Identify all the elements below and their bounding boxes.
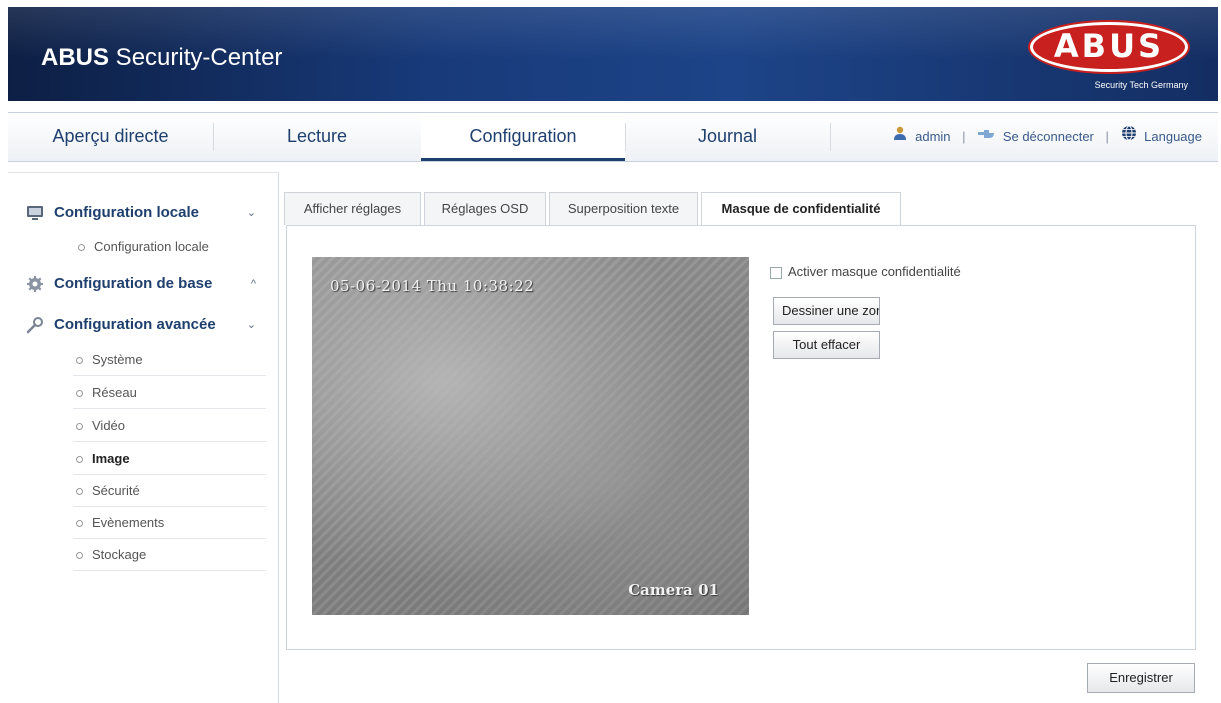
- bullet-icon: [76, 356, 83, 364]
- user-area: admin | Se déconnecter | Language: [892, 113, 1202, 161]
- chevron-down-icon[interactable]: ⌄: [247, 200, 256, 226]
- bullet-icon: [76, 389, 83, 397]
- tab-lecture[interactable]: Lecture: [213, 113, 421, 161]
- app-header: ABUS Security-Center ABUS Security Tech …: [8, 7, 1218, 101]
- app-title: ABUS Security-Center: [41, 44, 283, 71]
- bullet-icon: [78, 243, 85, 251]
- save-button[interactable]: Enregistrer: [1087, 663, 1195, 693]
- sidebar-item-securite[interactable]: Sécurité: [73, 475, 266, 507]
- bullet-icon: [76, 487, 83, 495]
- subtab-masque-confidentialite[interactable]: Masque de confidentialité: [701, 192, 901, 226]
- sidebar-group-configuration-de-base[interactable]: Configuration de base ^: [26, 271, 266, 297]
- privacy-mask-label: Activer masque confidentialité: [788, 264, 961, 279]
- clear-all-button[interactable]: Tout effacer: [773, 331, 880, 359]
- bullet-icon: [76, 551, 83, 559]
- chevron-down-icon[interactable]: ⌄: [247, 312, 256, 338]
- globe-icon: [1121, 114, 1137, 160]
- sidebar-group-configuration-locale[interactable]: Configuration locale ⌄: [26, 200, 266, 226]
- main-nav: Aperçu directe Lecture Configuration Jou…: [8, 112, 1218, 162]
- subtab-reglages-osd[interactable]: Réglages OSD: [424, 192, 546, 225]
- sidebar-item-stockage[interactable]: Stockage: [73, 539, 266, 571]
- user-name[interactable]: admin: [915, 114, 950, 160]
- video-timestamp: 05-06-2014 Thu 10:38:22: [330, 277, 535, 295]
- subtab-superposition-texte[interactable]: Superposition texte: [549, 192, 698, 225]
- abus-logo: ABUS Security Tech Germany: [1030, 22, 1190, 98]
- sidebar-item-video[interactable]: Vidéo: [73, 410, 266, 442]
- computer-icon: [26, 204, 44, 222]
- logo-tagline: Security Tech Germany: [1094, 80, 1188, 90]
- subtab-afficher-reglages[interactable]: Afficher réglages: [284, 192, 421, 225]
- draw-zone-button[interactable]: Dessiner une zone: [773, 297, 880, 325]
- sidebar-item-reseau[interactable]: Réseau: [73, 377, 266, 409]
- video-camera-label: Camera 01: [628, 581, 719, 599]
- sidebar-item-configuration-locale[interactable]: Configuration locale: [75, 231, 268, 263]
- wrench-icon: [26, 316, 44, 334]
- tab-configuration[interactable]: Configuration: [421, 113, 625, 161]
- privacy-mask-checkbox[interactable]: [770, 266, 782, 279]
- sidebar-item-evenements[interactable]: Evènements: [73, 507, 266, 539]
- bullet-icon: [76, 519, 83, 527]
- language-link[interactable]: Language: [1144, 114, 1202, 160]
- bullet-icon: [76, 422, 83, 430]
- tab-journal[interactable]: Journal: [625, 113, 830, 161]
- privacy-mask-toggle[interactable]: Activer masque confidentialité: [770, 264, 961, 282]
- chevron-up-icon[interactable]: ^: [251, 271, 256, 297]
- sidebar-item-systeme[interactable]: Système: [73, 344, 266, 376]
- video-preview[interactable]: 05-06-2014 Thu 10:38:22 Camera 01: [312, 257, 749, 615]
- gear-icon: [26, 275, 44, 293]
- user-icon: [892, 114, 908, 160]
- logout-icon: [977, 114, 995, 160]
- sidebar-item-image[interactable]: Image: [73, 443, 266, 475]
- bullet-icon: [76, 455, 83, 463]
- sidebar-group-configuration-avancee[interactable]: Configuration avancée ⌄: [26, 312, 266, 338]
- logout-link[interactable]: Se déconnecter: [1003, 114, 1094, 160]
- tab-apercu-directe[interactable]: Aperçu directe: [8, 113, 213, 161]
